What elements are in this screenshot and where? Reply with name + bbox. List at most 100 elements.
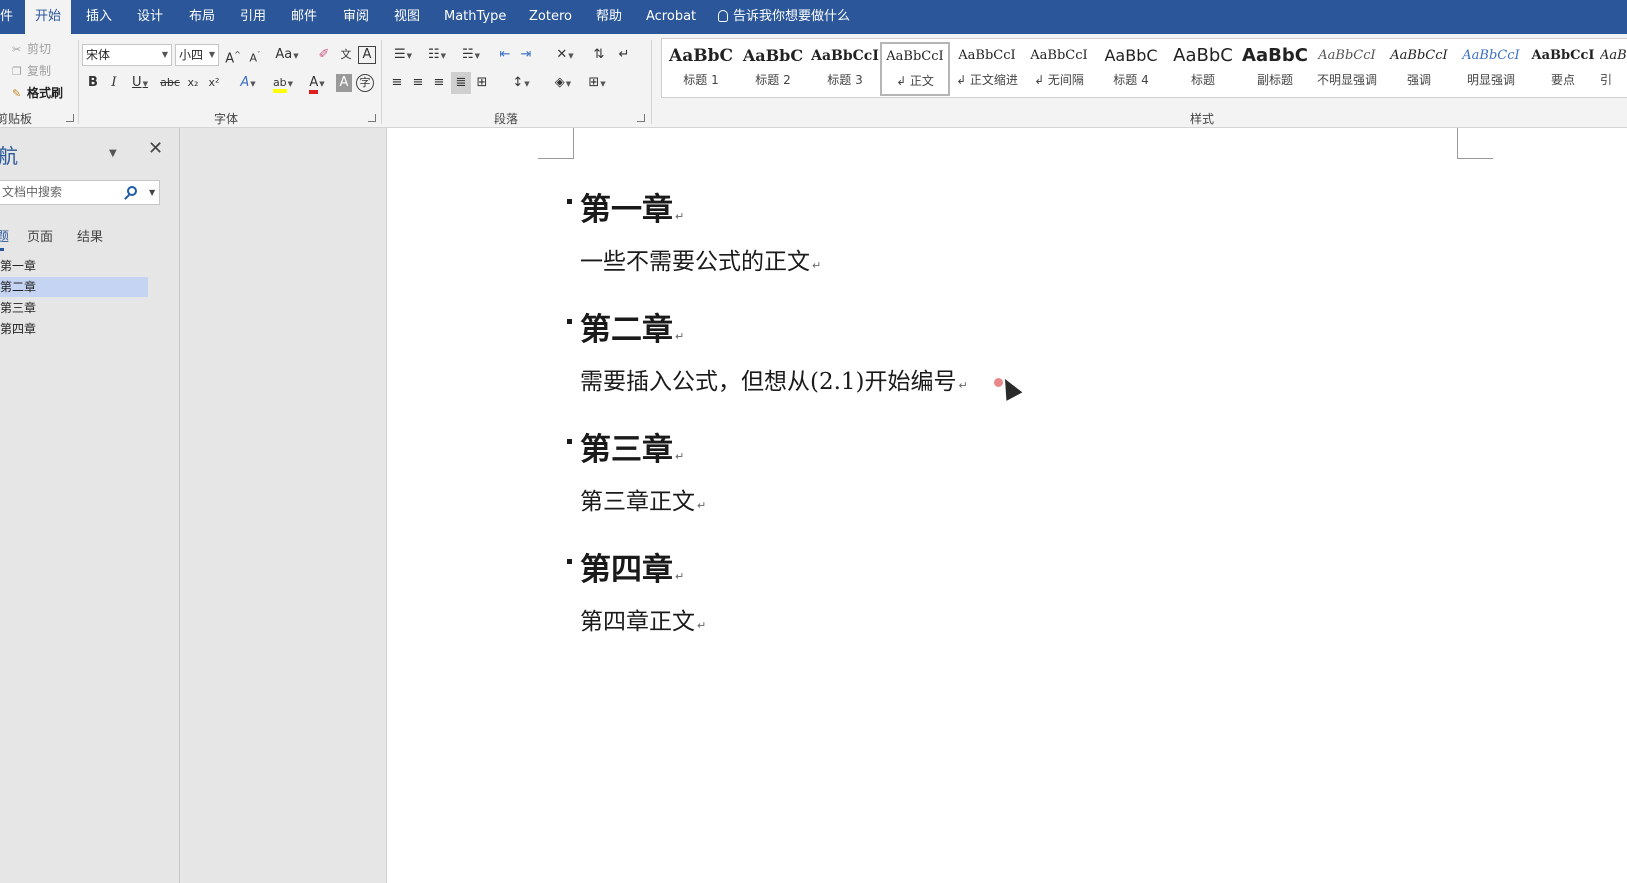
align-center-icon: ≡ [412,75,424,90]
workspace-gap [180,128,387,883]
borders-button[interactable]: ⊞▼ [582,72,612,94]
highlight-button[interactable]: ab▼ [266,72,300,94]
tab-review[interactable]: 审阅 [343,0,369,34]
style-heading-1[interactable]: AaBbC 标题 1 [666,43,736,95]
body-paragraph[interactable]: 一些不需要公式的正文 ↵ [580,242,821,276]
tab-home[interactable]: 开始 [25,0,71,35]
style-preview: AaBbCcI [1531,48,1595,63]
change-case-button[interactable]: Aa▼ [273,44,301,66]
style-preview: AaBbCcI [811,48,879,64]
tab-mathtype[interactable]: MathType [444,0,506,34]
heading-chapter[interactable]: 第三章 ↵ [580,424,684,469]
phonetic-guide-button[interactable]: 文 [337,44,355,66]
document-page[interactable]: 第一章 ↵ 一些不需要公式的正文 ↵ 第二章 ↵ 需要插入公式，但想从(2.1)开始编… [388,128,1627,883]
heading-chapter[interactable]: 第四章 ↵ [580,544,684,589]
bullets-button[interactable]: ☰▼ [388,44,418,66]
close-icon[interactable]: ✕ [148,138,163,159]
style-normal[interactable]: AaBbCcI ↲ 正文 [880,42,950,96]
style-strong[interactable]: AaBbCcI 要点 [1528,43,1598,95]
tab-layout[interactable]: 布局 [189,0,215,34]
tab-acrobat[interactable]: Acrobat [646,0,696,34]
enclose-characters-button[interactable]: 字 [356,74,374,92]
nav-heading-item[interactable]: 第一章 [0,256,148,276]
subscript-button[interactable]: x₂ [184,72,202,94]
character-shading-button[interactable]: A [336,74,352,92]
tab-help[interactable]: 帮助 [596,0,622,34]
style-quote[interactable]: AaB 引 [1600,43,1627,95]
group-divider [78,40,79,124]
bold-button[interactable]: B [84,72,102,94]
chinese-layout-button[interactable]: ✕▼ [550,44,580,66]
align-center-button[interactable]: ≡ [409,72,427,94]
strikethrough-button[interactable]: abc [158,72,182,94]
grow-font-button[interactable]: A^ [224,44,242,66]
font-color-button[interactable]: A▼ [302,72,332,94]
text-effects-button[interactable]: A▼ [234,72,262,94]
character-border-button[interactable]: A [358,46,376,64]
decrease-indent-button[interactable]: ⇤ [496,44,514,66]
style-title[interactable]: AaBbC 标题 [1168,43,1238,95]
clipboard-launcher-icon[interactable] [66,114,74,122]
navigation-search-input[interactable]: 文档中搜索 ▼ [0,180,160,205]
body-paragraph[interactable]: 第四章正文 ↵ [580,602,706,636]
chevron-down-icon[interactable]: ▼ [149,181,155,204]
sort-button[interactable]: ⇅ [590,44,608,66]
format-painter-button[interactable]: ✎ 格式刷 [12,84,63,101]
paragraph-launcher-icon[interactable] [637,114,645,122]
underline-button[interactable]: U▼ [127,72,153,94]
show-marks-button[interactable]: ↵ [615,44,633,66]
tab-pages[interactable]: 页面 [27,226,53,245]
line-spacing-button[interactable]: ↕▼ [506,72,536,94]
style-name: ↲ 正文缩进 [956,73,1018,87]
tab-design[interactable]: 设计 [137,0,163,34]
tell-me-box[interactable]: 告诉我你想要做什么 [718,0,850,34]
font-name-select[interactable]: 宋体 ▼ [82,44,172,66]
style-heading-2[interactable]: AaBbC 标题 2 [738,43,808,95]
paintbrush-icon: ✎ [12,87,22,100]
distributed-button[interactable]: ⊞ [473,72,491,94]
shrink-font-button[interactable]: Aˇ [246,44,264,66]
increase-indent-button[interactable]: ⇥ [517,44,535,66]
style-body-indent[interactable]: AaBbCcI ↲ 正文缩进 [952,43,1022,95]
chevron-down-icon[interactable]: ▼ [109,148,117,159]
font-size-select[interactable]: 小四 ▼ [175,44,219,66]
nav-heading-item[interactable]: 第四章 [0,319,148,339]
italic-button[interactable]: I [105,72,123,94]
style-intense-emphasis[interactable]: AaBbCcI 明显强调 [1456,43,1526,95]
style-subtle-emphasis[interactable]: AaBbCcI 不明显强调 [1312,43,1382,95]
style-heading-3[interactable]: AaBbCcI 标题 3 [810,43,880,95]
heading-chapter[interactable]: 第二章 ↵ [580,304,684,349]
align-right-button[interactable]: ≡ [430,72,448,94]
heading-chapter[interactable]: 第一章 ↵ [580,184,684,229]
tab-zotero[interactable]: Zotero [529,0,572,34]
justify-button[interactable]: ≣ [451,72,471,94]
search-icon[interactable] [127,186,137,196]
tab-insert[interactable]: 插入 [86,0,112,34]
body-paragraph[interactable]: 第三章正文 ↵ [580,482,706,516]
tab-references[interactable]: 引用 [240,0,266,34]
font-launcher-icon[interactable] [368,114,376,122]
multilevel-list-button[interactable]: ☵▼ [456,44,486,66]
copy-button[interactable]: ❐ 复制 [12,62,51,79]
body-paragraph[interactable]: 需要插入公式，但想从(2.1)开始编号 ↵ [580,362,968,396]
style-subtitle[interactable]: AaBbC 副标题 [1240,43,1310,95]
font-size-value: 小四 [179,48,204,62]
clipboard-group-label: 剪贴板 [0,112,33,126]
cut-button[interactable]: ✂ 剪切 [12,40,51,57]
style-heading-4[interactable]: AaBbC 标题 4 [1096,43,1166,95]
numbering-button[interactable]: ☷▼ [422,44,452,66]
nav-heading-item[interactable]: 第三章 [0,298,148,318]
tab-file[interactable]: 件 [0,0,13,34]
tab-mailings[interactable]: 邮件 [291,0,317,34]
tab-headings[interactable]: 题 [0,226,9,245]
clear-formatting-icon[interactable]: ✐ [315,44,333,66]
superscript-button[interactable]: x² [205,72,223,94]
align-left-button[interactable]: ≡ [388,72,406,94]
style-no-spacing[interactable]: AaBbCcI ↲ 无间隔 [1024,43,1094,95]
shading-button[interactable]: ◈▼ [548,72,578,94]
style-preview: AaBbCcI [1030,48,1088,63]
style-emphasis[interactable]: AaBbCcI 强调 [1384,43,1454,95]
tab-results[interactable]: 结果 [77,226,103,245]
tab-view[interactable]: 视图 [394,0,420,34]
nav-heading-item[interactable]: 第二章 [0,277,148,297]
